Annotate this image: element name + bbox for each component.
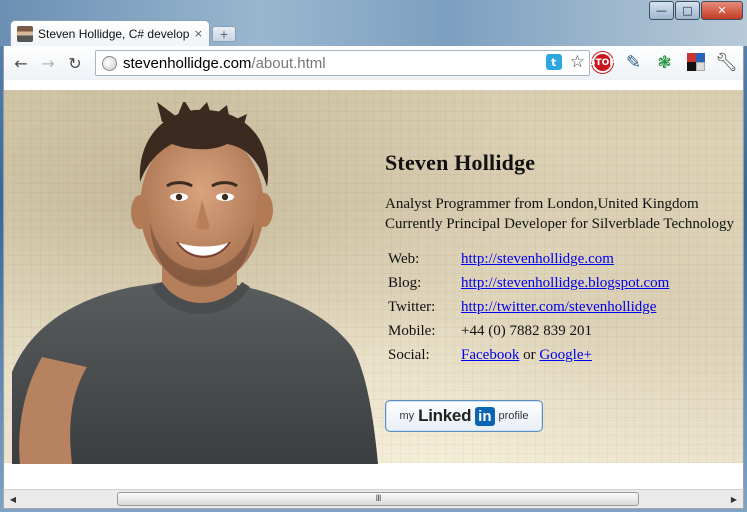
close-window-button[interactable]: ✕	[701, 1, 743, 20]
bio-line-2: Currently Principal Developer for Silver…	[385, 216, 734, 232]
scroll-grip-icon: III	[375, 494, 382, 504]
social-or: or	[523, 346, 536, 363]
table-row: Blog: http://stevenhollidge.blogspot.com	[385, 271, 669, 295]
table-row: Social: Facebook or Google+	[385, 343, 669, 367]
stop-icon-label: STOP	[589, 57, 616, 68]
url-path: /about.html	[251, 54, 326, 72]
url-host: stevenhollidge.com	[123, 54, 252, 72]
table-row: Web: http://stevenhollidge.com	[385, 247, 669, 271]
extension-icons: STOP ✎ ❃ 🔧︎	[589, 52, 738, 73]
twitter-link[interactable]: http://twitter.com/stevenhollidge	[461, 299, 656, 315]
scroll-right-icon[interactable]: ▶	[727, 493, 741, 505]
blog-link[interactable]: http://stevenhollidge.blogspot.com	[461, 275, 669, 291]
linkedin-profile-button[interactable]: my Linked in profile	[385, 400, 543, 432]
linkedin-my: my	[399, 410, 415, 422]
scroll-thumb[interactable]: III	[117, 492, 639, 506]
linkedin-profile-text: profile	[498, 410, 529, 422]
social-label: Social:	[388, 346, 430, 363]
web-link[interactable]: http://stevenhollidge.com	[461, 251, 614, 267]
back-icon[interactable]: ←	[10, 52, 32, 74]
scroll-left-icon[interactable]: ◀	[6, 493, 20, 505]
profile-name: Steven Hollidge	[385, 150, 536, 175]
address-bar[interactable]: stevenhollidge.com/about.html t ☆	[95, 50, 590, 76]
title-bar: — □ ✕ Steven Hollidge, C# develop × +	[0, 0, 747, 46]
globe-icon	[102, 55, 117, 71]
page-viewport: Steven Hollidge Analyst Programmer from …	[3, 80, 744, 489]
bookmark-star-icon[interactable]: ☆	[570, 54, 585, 71]
mobile-label: Mobile:	[388, 322, 436, 339]
google-plus-link[interactable]: Google+	[539, 347, 592, 363]
table-row: Mobile: +44 (0) 7882 839 201	[385, 319, 669, 343]
bio-line-1: Analyst Programmer from London,United Ki…	[385, 196, 699, 212]
profile-card: Steven Hollidge Analyst Programmer from …	[385, 150, 741, 367]
profile-photo	[12, 102, 378, 464]
eyedropper-icon[interactable]: ✎	[623, 52, 644, 73]
linkedin-in-icon: in	[475, 406, 495, 426]
favicon-icon	[17, 25, 33, 42]
table-row: Twitter: http://twitter.com/stevenhollid…	[385, 295, 669, 319]
browser-window: — □ ✕ Steven Hollidge, C# develop × + ← …	[0, 0, 747, 512]
tab-active[interactable]: Steven Hollidge, C# develop ×	[10, 20, 210, 46]
bug-icon[interactable]: ❃	[654, 52, 675, 73]
new-tab-button[interactable]: +	[212, 26, 236, 42]
window-controls: — □ ✕	[649, 1, 743, 20]
tab-title: Steven Hollidge, C# develop	[38, 26, 189, 41]
minimize-button[interactable]: —	[649, 1, 674, 20]
twitter-label: Twitter:	[388, 298, 436, 315]
blog-label: Blog:	[388, 274, 422, 291]
maximize-button[interactable]: □	[675, 1, 700, 20]
linkedin-wordmark: Linked	[418, 406, 472, 425]
tab-close-icon[interactable]: ×	[194, 27, 203, 40]
browser-toolbar: ← → ↻ stevenhollidge.com/about.html t ☆ …	[3, 46, 744, 80]
twitter-icon[interactable]: t	[545, 54, 562, 70]
horizontal-scrollbar[interactable]: ◀ III ▶	[3, 489, 744, 509]
web-label: Web:	[388, 250, 420, 267]
reload-icon[interactable]: ↻	[64, 52, 86, 74]
contact-table: Web: http://stevenhollidge.com Blog: htt…	[385, 247, 669, 367]
facebook-link[interactable]: Facebook	[461, 347, 519, 363]
blocks-icon[interactable]	[685, 52, 706, 73]
forward-icon[interactable]: →	[37, 52, 59, 74]
wrench-icon[interactable]: 🔧︎	[715, 52, 738, 73]
mobile-value: +44 (0) 7882 839 201	[461, 322, 592, 339]
stop-icon[interactable]: STOP	[589, 52, 616, 73]
